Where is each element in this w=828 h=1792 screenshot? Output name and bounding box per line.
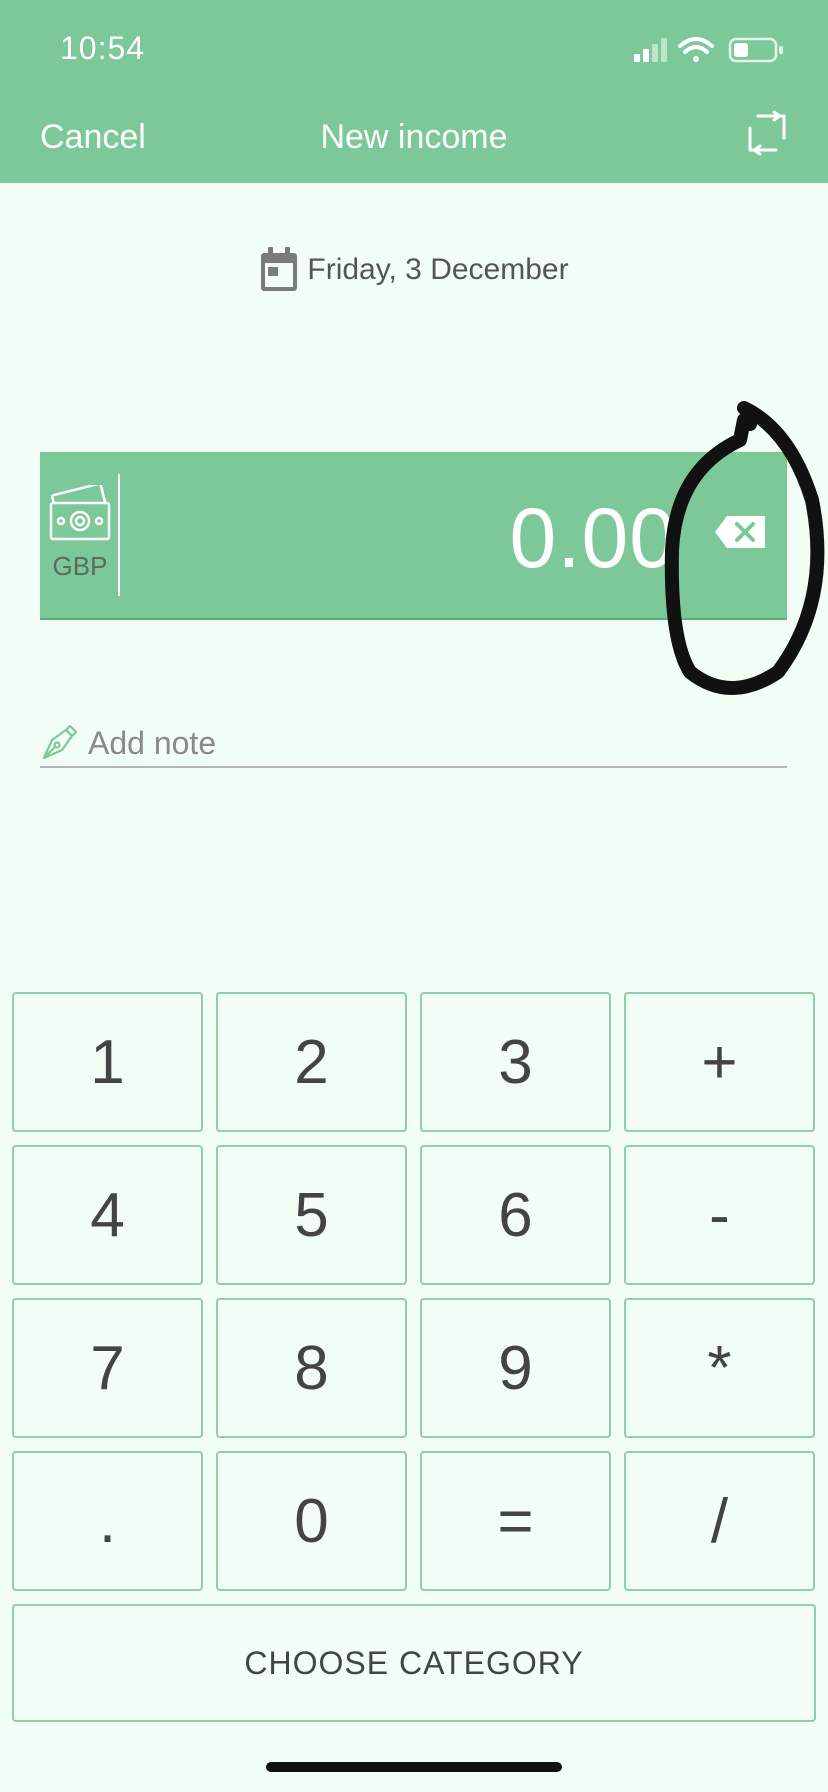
status-time: 10:54 <box>60 30 146 66</box>
wifi-icon <box>678 37 714 62</box>
key-divide[interactable]: / <box>624 1451 815 1591</box>
choose-category-button[interactable]: CHOOSE CATEGORY <box>12 1604 816 1722</box>
currency-code: GBP <box>52 550 108 581</box>
note-input[interactable] <box>88 723 787 763</box>
key-6[interactable]: 6 <box>420 1145 611 1285</box>
key-equals[interactable]: = <box>420 1451 611 1591</box>
pen-icon <box>42 724 78 760</box>
note-field <box>40 720 787 768</box>
calendar-icon <box>261 247 298 291</box>
key-minus[interactable]: - <box>624 1145 815 1285</box>
key-7[interactable]: 7 <box>12 1298 203 1438</box>
status-bar: 10:54 <box>0 0 828 90</box>
amount-value: 0.00 <box>509 491 677 585</box>
key-3[interactable]: 3 <box>420 992 611 1132</box>
date-label: Friday, 3 December <box>307 253 569 286</box>
cellular-signal-icon <box>634 38 667 62</box>
key-9[interactable]: 9 <box>420 1298 611 1438</box>
key-decimal[interactable]: . <box>12 1451 203 1591</box>
cancel-button[interactable]: Cancel <box>40 118 146 157</box>
home-indicator[interactable] <box>266 1762 562 1772</box>
key-5[interactable]: 5 <box>216 1145 407 1285</box>
top-bar: 10:54 Cancel New income <box>0 0 828 183</box>
currency-divider <box>118 474 120 596</box>
date-selector[interactable]: Friday, 3 December <box>0 240 828 300</box>
status-icons <box>634 37 783 63</box>
amount-display: GBP 0.00 <box>40 452 787 620</box>
currency-selector[interactable]: GBP <box>40 452 120 620</box>
battery-icon <box>728 37 783 63</box>
swap-icon[interactable] <box>744 110 790 156</box>
key-4[interactable]: 4 <box>12 1145 203 1285</box>
key-multiply[interactable]: * <box>624 1298 815 1438</box>
banknotes-icon <box>49 484 111 540</box>
key-0[interactable]: 0 <box>216 1451 407 1591</box>
nav-bar: Cancel New income <box>0 100 828 180</box>
backspace-icon[interactable] <box>713 514 767 550</box>
key-8[interactable]: 8 <box>216 1298 407 1438</box>
keypad: 1 2 3 + 4 5 6 - 7 8 9 * . 0 = / <box>12 992 816 1591</box>
key-2[interactable]: 2 <box>216 992 407 1132</box>
key-plus[interactable]: + <box>624 992 815 1132</box>
key-1[interactable]: 1 <box>12 992 203 1132</box>
